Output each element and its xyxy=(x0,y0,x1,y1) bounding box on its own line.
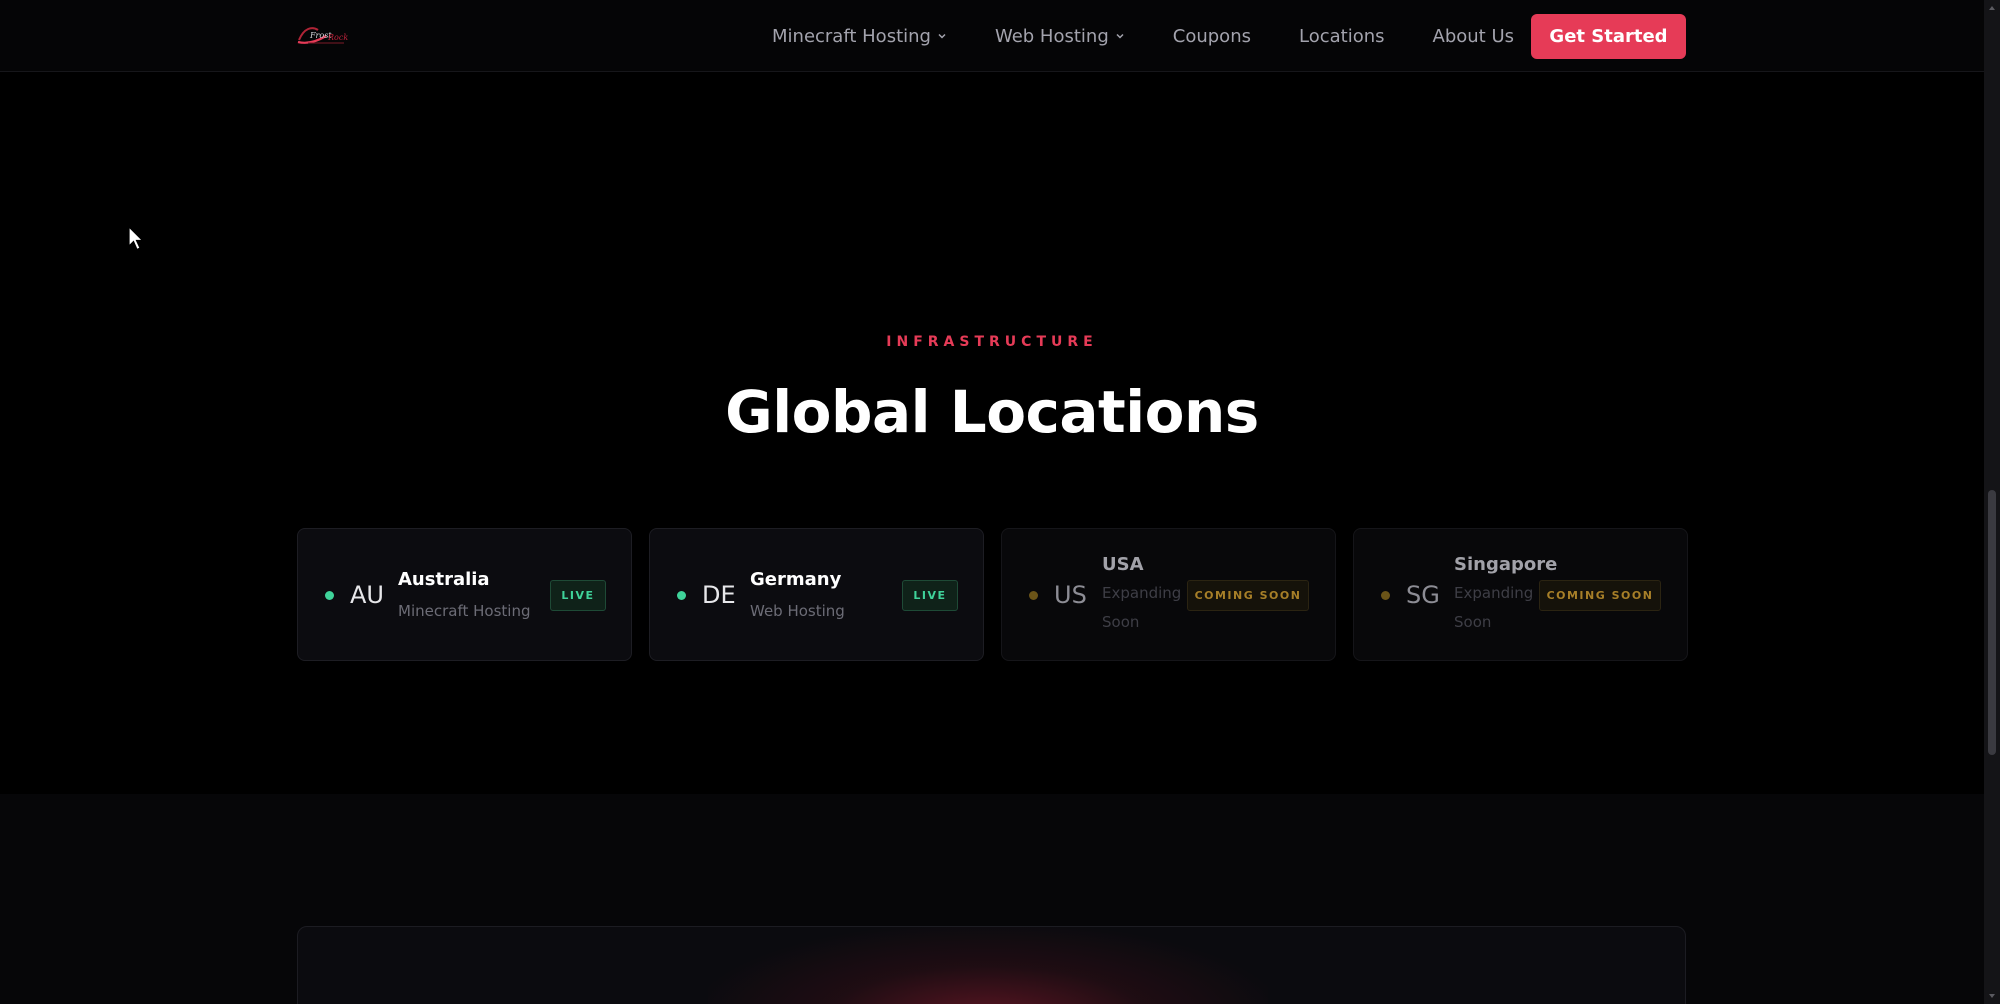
section-eyebrow: INFRASTRUCTURE xyxy=(886,334,1098,350)
location-subtitle: Minecraft Hosting xyxy=(398,602,531,620)
page: Frost Rock Minecraft Hosting Web Hosting… xyxy=(0,0,2000,1004)
location-subtitle: Expanding Soon xyxy=(1454,584,1534,631)
location-code: DE xyxy=(702,581,736,609)
scrollbar-thumb[interactable] xyxy=(1988,490,1996,755)
nav-minecraft-hosting-label: Minecraft Hosting xyxy=(772,25,931,47)
location-subtitle: Web Hosting xyxy=(750,602,845,620)
get-started-button[interactable]: Get Started xyxy=(1531,14,1686,59)
status-badge: COMING SOON xyxy=(1187,580,1309,611)
nav-coupons[interactable]: Coupons xyxy=(1173,26,1251,47)
nav-locations-label: Locations xyxy=(1298,25,1385,47)
location-card-australia[interactable]: AU Australia Minecraft Hosting LIVE xyxy=(297,528,632,661)
banner-glow xyxy=(708,927,1268,1004)
location-code: SG xyxy=(1406,581,1440,609)
svg-text:Rock: Rock xyxy=(327,33,348,42)
location-name: Germany xyxy=(750,569,842,590)
status-dot xyxy=(1029,591,1038,600)
chevron-down-icon xyxy=(1116,33,1124,39)
location-name: Singapore xyxy=(1454,554,1558,575)
navbar: Frost Rock Minecraft Hosting Web Hosting… xyxy=(0,0,1984,72)
mouse-cursor-icon xyxy=(128,226,144,251)
scroll-down-icon[interactable] xyxy=(1988,992,1996,1000)
scroll-up-icon[interactable] xyxy=(1988,4,1996,12)
chevron-down-icon xyxy=(938,33,946,39)
status-badge: LIVE xyxy=(550,580,606,611)
location-card-germany[interactable]: DE Germany Web Hosting LIVE xyxy=(649,528,984,661)
nav-links: Minecraft Hosting Web Hosting Coupons Lo… xyxy=(772,0,1562,72)
brand-logo-icon[interactable]: Frost Rock xyxy=(296,22,352,50)
location-name: USA xyxy=(1102,554,1144,575)
page-scrollbar[interactable] xyxy=(1984,0,2000,1004)
nav-coupons-label: Coupons xyxy=(1172,25,1251,47)
status-badge: LIVE xyxy=(902,580,958,611)
location-name: Australia xyxy=(398,569,490,590)
status-dot xyxy=(1381,591,1390,600)
nav-locations[interactable]: Locations xyxy=(1299,26,1385,47)
status-dot xyxy=(325,591,334,600)
nav-minecraft-hosting[interactable]: Minecraft Hosting xyxy=(772,26,947,47)
location-code: US xyxy=(1054,581,1087,609)
nav-about-us-label: About Us xyxy=(1432,25,1515,47)
status-badge: COMING SOON xyxy=(1539,580,1661,611)
status-dot xyxy=(677,591,686,600)
nav-about-us[interactable]: About Us xyxy=(1433,26,1515,47)
nav-web-hosting[interactable]: Web Hosting xyxy=(995,26,1125,47)
nav-web-hosting-label: Web Hosting xyxy=(994,25,1109,47)
section-title: Global Locations xyxy=(725,378,1259,446)
location-card-singapore[interactable]: SG Singapore Expanding Soon COMING SOON xyxy=(1353,528,1688,661)
locations-grid: AU Australia Minecraft Hosting LIVE DE G… xyxy=(297,528,1688,661)
location-subtitle: Expanding Soon xyxy=(1102,584,1182,631)
cta-banner xyxy=(297,926,1686,1004)
location-code: AU xyxy=(350,581,384,609)
location-card-usa[interactable]: US USA Expanding Soon COMING SOON xyxy=(1001,528,1336,661)
